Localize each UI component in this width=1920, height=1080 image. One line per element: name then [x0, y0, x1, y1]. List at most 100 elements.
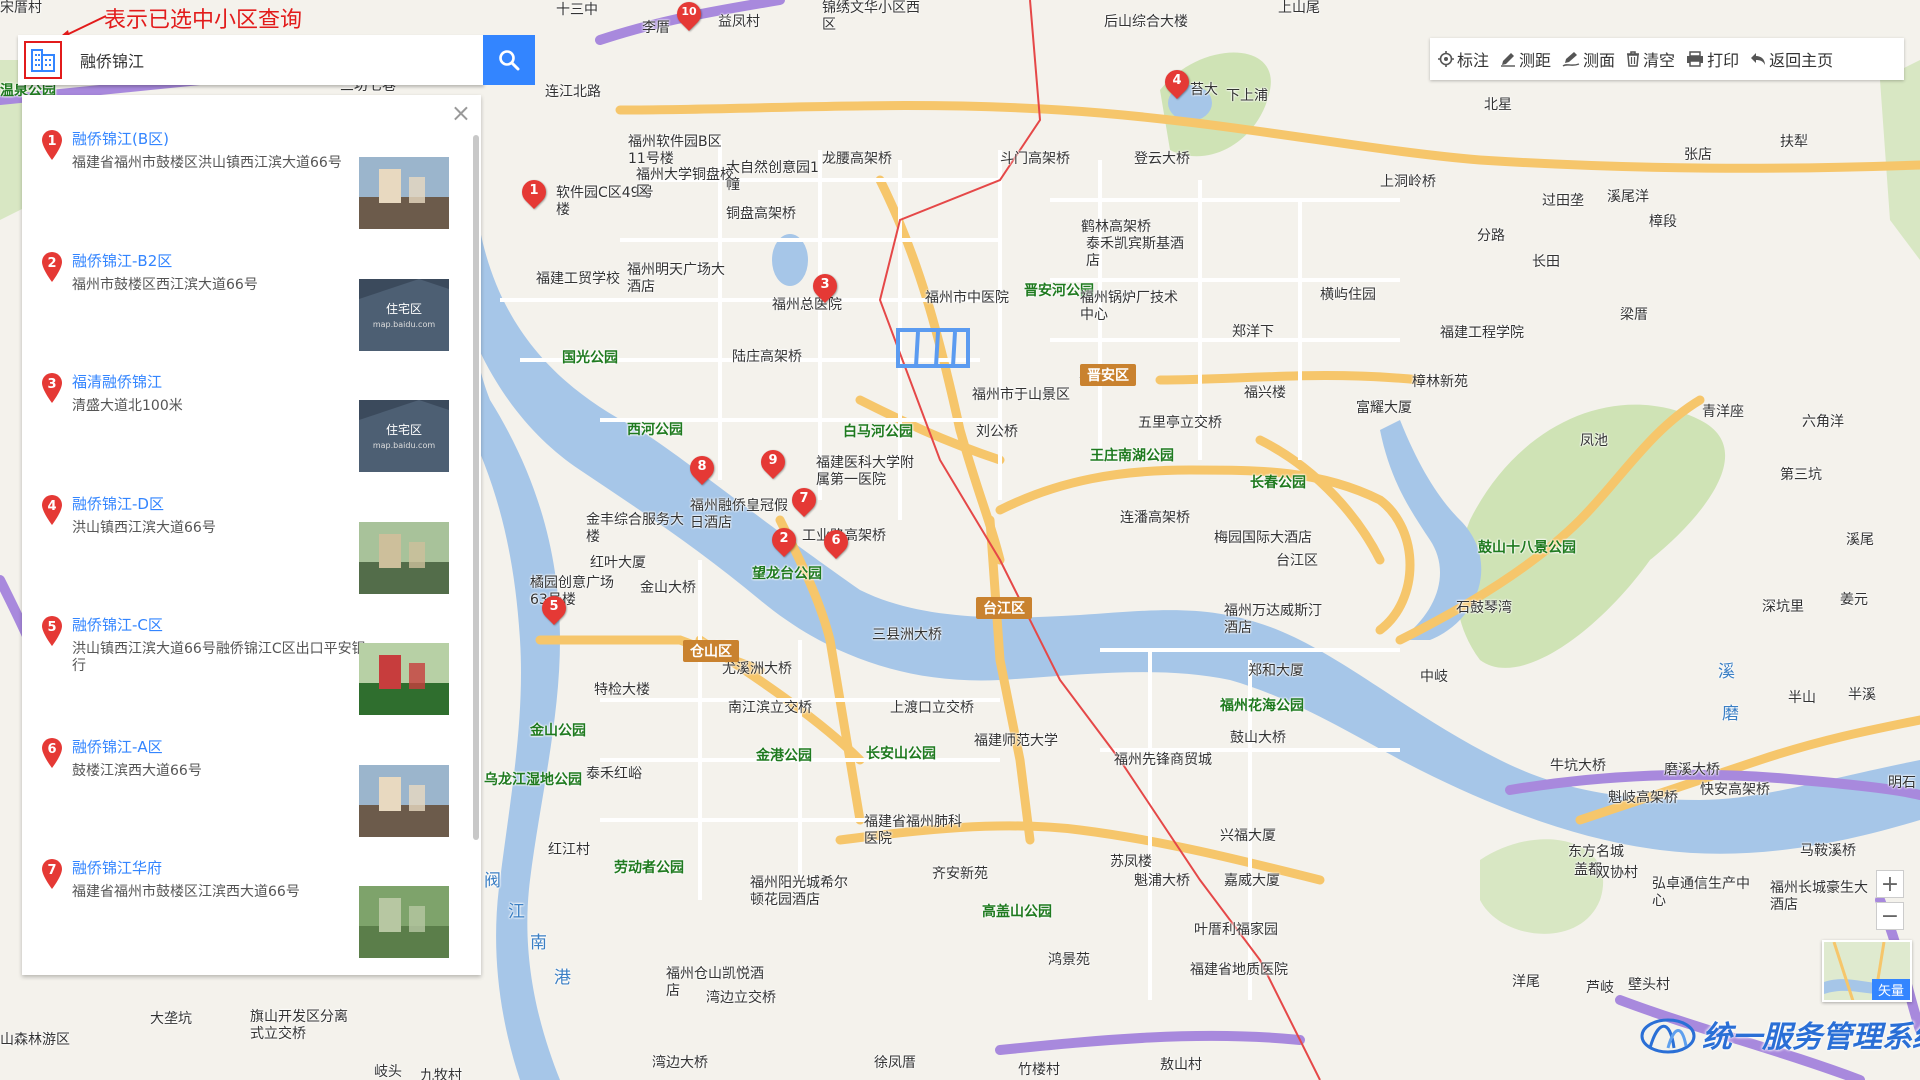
map-label: 洋尾 [1512, 974, 1540, 990]
map-label: 福州锅炉厂技术中心 [1080, 290, 1178, 323]
results-scrollbar[interactable] [473, 135, 479, 840]
result-item[interactable]: 5 融侨锦江-C区 洪山镇西江滨大道66号融侨锦江C区出口平安银行 [22, 609, 472, 731]
map-type-label: 矢量 [1871, 979, 1910, 1000]
map-label: 姜元 [1840, 592, 1868, 608]
map-label: 王庄南湖公园 [1090, 448, 1174, 464]
map-label: 上洞岭桥 [1380, 174, 1436, 190]
map-label: 鼓山十八景公园 [1478, 540, 1576, 556]
map-label: 金山大桥 [640, 580, 696, 596]
map-label: 龙腰高架桥 [822, 151, 892, 167]
map-label: 磨 [1722, 704, 1739, 724]
result-address: 鼓楼江滨西大道66号 [72, 762, 202, 779]
placeholder-thumbnail-image: 住宅区 map.baidu.com [359, 278, 449, 351]
map-label: 中岐 [1420, 669, 1448, 685]
community-search-toggle[interactable] [24, 41, 62, 79]
result-number: 2 [47, 256, 56, 271]
map-label: 福州明天广场大酒店 [627, 262, 725, 295]
map-label: 深坑里 [1762, 599, 1804, 615]
map-pin-2[interactable]: 2 [767, 523, 801, 560]
map-label: 壁头村 [1628, 977, 1670, 993]
toolbar-label: 清空 [1643, 51, 1676, 70]
map-pin-7[interactable]: 7 [787, 483, 821, 520]
map-label: 劳动者公园 [614, 860, 684, 876]
search-icon [499, 50, 520, 71]
toolbar-ruler-pen-button[interactable]: 测距 [1500, 47, 1551, 71]
map-label: 锦绣文华小区西区 [822, 0, 920, 33]
map-label: 兴福大厦 [1220, 828, 1276, 844]
map-label: 魁浦大桥 [1134, 873, 1190, 889]
map-label: 港 [554, 968, 571, 988]
map-label: 上山尾 [1278, 0, 1320, 16]
result-number: 1 [47, 134, 56, 149]
map-label: 连江北路 [545, 84, 601, 100]
map-label: 快安高架桥 [1700, 782, 1770, 798]
community-photo-image [359, 764, 449, 837]
search-input[interactable] [80, 43, 410, 77]
result-number: 5 [47, 620, 56, 635]
map-label: 横屿住园 [1320, 287, 1376, 303]
result-item[interactable]: 3 福清融侨锦江 清盛大道北100米 住宅区 map.baidu.com [22, 366, 472, 488]
map-pin-8[interactable]: 8 [685, 451, 719, 488]
result-item[interactable]: 1 融侨锦江(B区) 福建省福州市鼓楼区洪山镇西江滨大道66号 [22, 123, 472, 245]
close-results-button[interactable]: × [451, 101, 471, 125]
map-label: 望龙台公园 [752, 566, 822, 582]
result-marker-icon: 7 [40, 858, 64, 890]
map-label: 福州市中医院 [925, 290, 1009, 306]
result-name-link[interactable]: 融侨锦江华府 [72, 857, 162, 878]
map-label: 乌龙江湿地公园 [484, 772, 582, 788]
result-marker-icon: 6 [40, 737, 64, 769]
result-name-link[interactable]: 福清融侨锦江 [72, 371, 162, 392]
map-type-switch[interactable]: 矢量 [1822, 940, 1912, 1002]
map-label: 梅园国际大酒店 [1214, 530, 1312, 546]
map-pin-3[interactable]: 3 [808, 269, 842, 306]
map-pin-6[interactable]: 6 [819, 525, 853, 562]
map-pin-10[interactable]: 10 [672, 0, 706, 34]
map-pin-1[interactable]: 1 [517, 175, 551, 212]
map-pin-9[interactable]: 9 [756, 445, 790, 482]
result-name-link[interactable]: 融侨锦江-C区 [72, 614, 163, 635]
result-item[interactable]: 2 融侨锦江-B2区 福州市鼓楼区西江滨大道66号 住宅区 map.baidu.… [22, 245, 472, 367]
map-pin-4[interactable]: 4 [1160, 65, 1194, 102]
result-name-link[interactable]: 融侨锦江(B区) [72, 128, 169, 149]
map-label: 郑洋下 [1232, 324, 1274, 340]
result-name-link[interactable]: 融侨锦江-D区 [72, 493, 164, 514]
map-pin-5[interactable]: 5 [537, 591, 571, 628]
toolbar-printer-button[interactable]: 打印 [1686, 47, 1739, 71]
map-label: 溪尾洋 [1607, 189, 1649, 205]
result-address: 洪山镇西江滨大道66号 [72, 519, 216, 536]
toolbar-label: 测距 [1519, 51, 1552, 70]
back-arrow-icon [1750, 51, 1769, 67]
result-name-link[interactable]: 融侨锦江-A区 [72, 736, 163, 757]
zoom-out-button[interactable]: − [1876, 902, 1904, 930]
toolbar-locate-button[interactable]: 标注 [1438, 47, 1489, 71]
toolbar-trash-button[interactable]: 清空 [1626, 47, 1675, 71]
result-item[interactable]: 6 融侨锦江-A区 鼓楼江滨西大道66号 [22, 731, 472, 853]
result-item[interactable]: 7 融侨锦江华府 福建省福州市鼓楼区江滨西大道66号 [22, 852, 472, 974]
map-label: 斗门高架桥 [1000, 151, 1070, 167]
map-label: 福兴楼 [1244, 385, 1286, 401]
results-list: 1 融侨锦江(B区) 福建省福州市鼓楼区洪山镇西江滨大道66号 2 融侨锦江-B… [22, 123, 472, 974]
map-label: 马鞍溪桥 [1800, 843, 1856, 859]
map-label: 铜盘高架桥 [726, 206, 796, 222]
map-label: 尤溪洲大桥 [722, 661, 792, 677]
toolbar-label: 打印 [1707, 51, 1740, 70]
result-name-link[interactable]: 融侨锦江-B2区 [72, 250, 172, 271]
search-button[interactable] [483, 35, 535, 85]
map-label: 郑和大厦 [1248, 663, 1304, 679]
map-label: 刘公桥 [976, 424, 1018, 440]
toolbar-area-pen-button[interactable]: 测面 [1562, 47, 1615, 71]
map-label: 福州市于山景区 [972, 387, 1070, 403]
map-label: 福建省地质医院 [1190, 962, 1288, 978]
result-marker-icon: 1 [40, 129, 64, 161]
map-label: 泰禾凯宾斯基酒店 [1086, 236, 1184, 269]
district-badge-cangshan: 仓山区 [683, 640, 739, 662]
map-label: 国光公园 [562, 350, 618, 366]
map-label: 五里亭立交桥 [1138, 415, 1222, 431]
map-label: 旗山开发区分离式立交桥 [250, 1009, 348, 1042]
map-label: 上渡口立交桥 [890, 700, 974, 716]
map-label: 梁厝 [1620, 307, 1648, 323]
result-item[interactable]: 4 融侨锦江-D区 洪山镇西江滨大道66号 [22, 488, 472, 610]
zoom-in-button[interactable]: + [1876, 870, 1904, 898]
map-label: 红叶大厦 [590, 555, 646, 571]
toolbar-back-arrow-button[interactable]: 返回主页 [1750, 47, 1833, 71]
